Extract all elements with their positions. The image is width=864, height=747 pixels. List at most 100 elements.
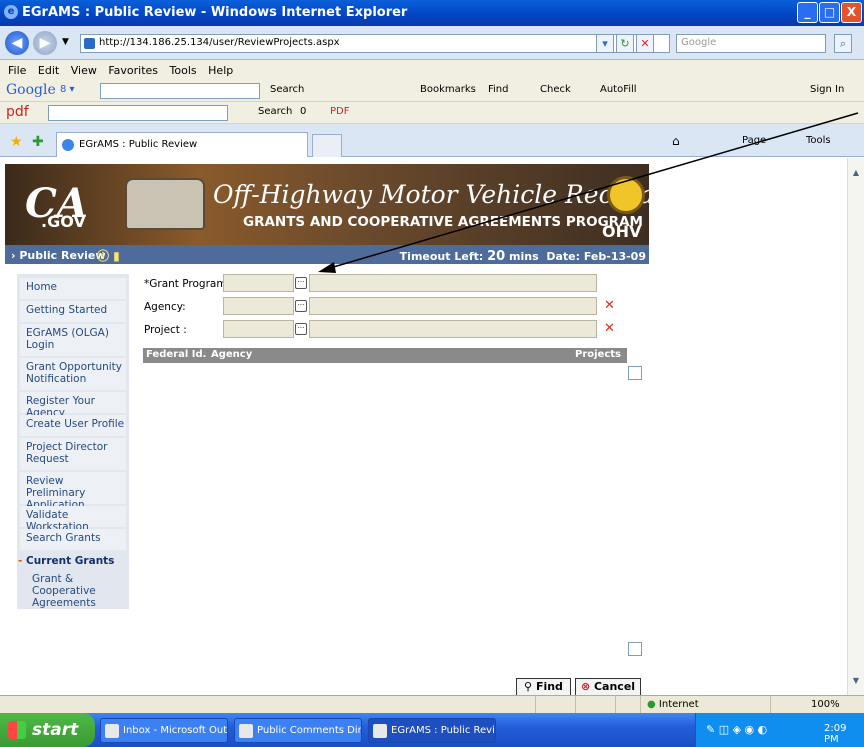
- address-dropdown-icon[interactable]: ▾: [596, 34, 614, 53]
- home-icon[interactable]: ⌂: [672, 134, 680, 148]
- globe-icon: ●: [647, 699, 659, 710]
- ie-icon: e: [4, 5, 18, 19]
- maximize-button[interactable]: □: [819, 2, 840, 23]
- col-federal-id[interactable]: Federal Id.: [146, 349, 206, 360]
- new-tab-button[interactable]: [312, 134, 342, 157]
- title-bar: e EGrAMS : Public Review - Windows Inter…: [0, 0, 864, 26]
- close-button[interactable]: X: [841, 2, 862, 23]
- nav-create-profile[interactable]: Create User Profile: [20, 415, 126, 436]
- start-button[interactable]: start: [0, 713, 95, 747]
- grant-program-lookup-button[interactable]: ···: [295, 277, 307, 289]
- cancel-button[interactable]: ⊗ Cancel: [575, 678, 641, 695]
- col-projects[interactable]: Projects: [575, 349, 621, 360]
- tab-egrams[interactable]: EGrAMS : Public Review: [56, 132, 308, 157]
- agency-lookup-button[interactable]: ···: [295, 300, 307, 312]
- pdf-search-input[interactable]: [48, 105, 228, 121]
- col-agency[interactable]: Agency: [211, 349, 252, 360]
- nav-review-application[interactable]: Review Preliminary Application: [20, 472, 126, 511]
- nav-validate-workstation[interactable]: Validate Workstation: [20, 506, 126, 533]
- info-icon[interactable]: ⓘ ▮: [97, 247, 120, 264]
- vertical-scrollbar[interactable]: ▲ ▼: [847, 158, 864, 695]
- google-search-button[interactable]: Search: [270, 84, 304, 95]
- pdf-button[interactable]: PDF: [330, 106, 349, 117]
- nav-search-grants[interactable]: Search Grants: [20, 529, 126, 550]
- nav-olga-login[interactable]: EGrAMS (OLGA) Login: [20, 324, 126, 356]
- grant-program-code-input[interactable]: [223, 274, 294, 292]
- ie-task-icon: [373, 724, 387, 738]
- agency-name-input[interactable]: [309, 297, 597, 315]
- autofill-button[interactable]: AutoFill: [600, 84, 637, 95]
- google-toolbar: Google 8 ▾ Search Bookmarks Find Check A…: [0, 80, 864, 102]
- minimize-button[interactable]: _: [797, 2, 818, 23]
- gov-logo: .GOV: [41, 212, 86, 231]
- nav-getting-started[interactable]: Getting Started: [20, 301, 126, 322]
- check-button[interactable]: Check: [540, 84, 571, 95]
- agency-clear-icon[interactable]: ✕: [604, 298, 615, 313]
- menu-view[interactable]: View: [71, 60, 97, 77]
- tools-menu[interactable]: Tools: [806, 135, 831, 146]
- document-icon: [239, 724, 253, 738]
- outlook-icon: [105, 724, 119, 738]
- task-public-comments[interactable]: Public Comments Dire...: [234, 718, 362, 743]
- stop-icon[interactable]: ✕: [636, 34, 654, 53]
- pdf-toolbar: pdf Search 0 PDF: [0, 102, 864, 124]
- address-url: http://134.186.25.134/user/ReviewProject…: [99, 37, 340, 48]
- windows-flag-icon: [8, 721, 26, 739]
- grant-program-label: *Grant Program:: [144, 278, 231, 290]
- nav-home[interactable]: Home: [20, 278, 126, 299]
- address-input[interactable]: http://134.186.25.134/user/ReviewProject…: [80, 34, 670, 53]
- grant-program-name-input[interactable]: [309, 274, 597, 292]
- zoom-level[interactable]: 100%: [770, 696, 864, 714]
- grid-scroll-top-checkbox[interactable]: [628, 366, 642, 380]
- nav-director-request[interactable]: Project Director Request: [20, 438, 126, 470]
- menu-bar: File Edit View Favorites Tools Help: [0, 60, 864, 80]
- history-dropdown-icon[interactable]: ▼: [62, 37, 69, 47]
- search-input[interactable]: Google: [676, 34, 826, 53]
- timeout-info: Timeout Left: 20 mins Date: Feb-13-09: [399, 249, 646, 264]
- project-name-input[interactable]: [309, 320, 597, 338]
- menu-favorites[interactable]: Favorites: [108, 60, 158, 77]
- menu-file[interactable]: File: [8, 60, 26, 77]
- scroll-down-icon[interactable]: ▼: [850, 676, 862, 688]
- add-favorite-icon[interactable]: ✚: [32, 134, 44, 150]
- window-title: EGrAMS : Public Review - Windows Interne…: [22, 5, 408, 20]
- forward-button[interactable]: ▶: [33, 31, 57, 55]
- task-egrams[interactable]: EGrAMS : Public Revi...: [368, 718, 496, 743]
- nav-grant-agreements[interactable]: Grant & Cooperative Agreements: [20, 570, 126, 609]
- tab-title: EGrAMS : Public Review: [79, 139, 198, 150]
- nav-grant-notification[interactable]: Grant Opportunity Notification: [20, 358, 126, 390]
- find-button[interactable]: ⚲ Find: [516, 678, 571, 695]
- scroll-up-icon[interactable]: ▲: [850, 168, 862, 180]
- sign-in-button[interactable]: Sign In: [810, 84, 844, 95]
- google-search-input[interactable]: [100, 83, 260, 99]
- agency-code-input[interactable]: [223, 297, 294, 315]
- favorites-star-icon[interactable]: ★: [10, 134, 23, 150]
- project-lookup-button[interactable]: ···: [295, 323, 307, 335]
- status-bar: ● Internet 100%: [0, 695, 864, 714]
- task-outlook[interactable]: Inbox - Microsoft Out...: [100, 718, 228, 743]
- menu-tools[interactable]: Tools: [170, 60, 197, 77]
- page-icon: [84, 38, 95, 49]
- refresh-icon[interactable]: ↻: [616, 34, 634, 53]
- zone-indicator: ● Internet: [640, 696, 770, 714]
- active-marker: -: [18, 555, 23, 567]
- menu-help[interactable]: Help: [208, 60, 233, 77]
- project-clear-icon[interactable]: ✕: [604, 321, 615, 336]
- results-grid-header: Federal Id. Agency Projects: [143, 348, 627, 363]
- menu-edit[interactable]: Edit: [38, 60, 59, 77]
- pdf-search-button[interactable]: Search: [258, 106, 292, 117]
- back-button[interactable]: ◀: [5, 31, 29, 55]
- address-toolbar: ◀ ▶ ▼ http://134.186.25.134/user/ReviewP…: [0, 26, 864, 60]
- google-menu[interactable]: 8 ▾: [60, 84, 75, 95]
- google-logo: Google: [6, 82, 56, 98]
- system-tray: ✎ ◫ ◈ ◉ ◐ 2:09 PM: [695, 713, 864, 747]
- nav-register-agency[interactable]: Register Your Agency: [20, 392, 126, 419]
- grid-scroll-bottom-checkbox[interactable]: [628, 642, 642, 656]
- find-button[interactable]: Find: [488, 84, 509, 95]
- search-icon[interactable]: ⌕: [834, 34, 852, 53]
- tray-icons[interactable]: ✎ ◫ ◈ ◉ ◐: [706, 723, 767, 736]
- page-menu[interactable]: Page: [742, 135, 766, 146]
- bookmarks-button[interactable]: Bookmarks: [420, 84, 476, 95]
- project-code-input[interactable]: [223, 320, 294, 338]
- page-content: CA .GOV Off-Highway Motor Vehicle Recrea…: [0, 158, 847, 695]
